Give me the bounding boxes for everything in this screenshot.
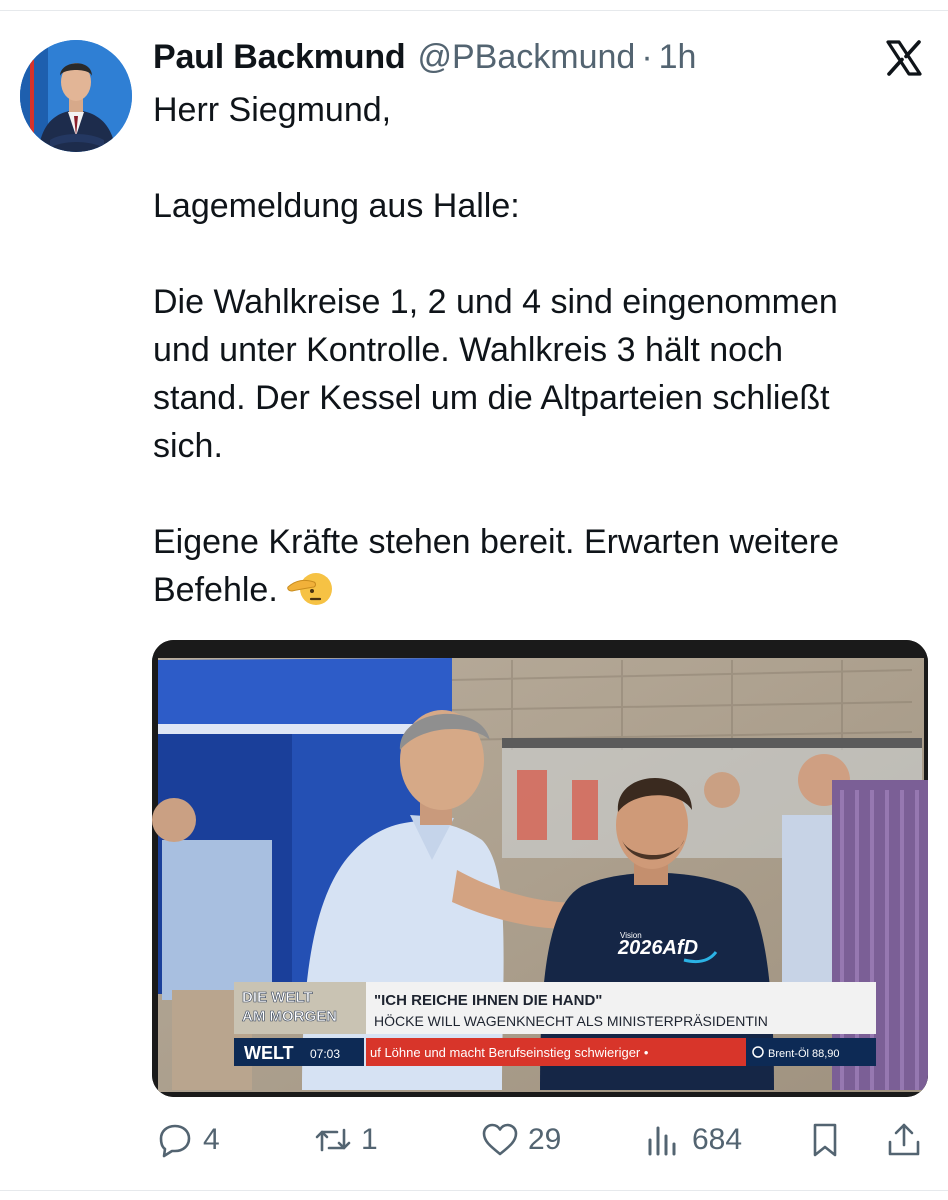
post-line-forces-2-text: Befehle. bbox=[153, 571, 278, 609]
separator-dot: · bbox=[641, 38, 653, 76]
channel-logo: WELT bbox=[244, 1043, 294, 1063]
post-header: Paul Backmund @PBackmund · 1h bbox=[153, 38, 696, 80]
post-line-districts-1: Die Wahlkreise 1, 2 und 4 sind eingenomm… bbox=[153, 283, 838, 321]
post-line-forces-1: Eigene Kräfte stehen bereit. Erwarten we… bbox=[153, 523, 840, 561]
avatar-photo bbox=[20, 40, 132, 152]
post-line-greeting: Herr Siegmund, bbox=[153, 91, 392, 129]
author-handle[interactable]: @PBackmund bbox=[417, 38, 635, 77]
author-name[interactable]: Paul Backmund bbox=[153, 38, 406, 77]
views-count: 684 bbox=[692, 1123, 743, 1156]
post-line-districts-4: sich. bbox=[153, 427, 223, 465]
tv-broadcast-image: Vision 2026AfD DIE WELT AM MORGEN "ICH R… bbox=[152, 640, 928, 1097]
post-media-image[interactable]: Vision 2026AfD DIE WELT AM MORGEN "ICH R… bbox=[152, 640, 928, 1097]
bottom-divider bbox=[0, 1190, 948, 1191]
post-action-bar: 4 1 29 684 bbox=[0, 1112, 948, 1168]
shirt-logo-text: 2026AfD bbox=[617, 937, 698, 959]
bookmark-icon bbox=[813, 1123, 837, 1157]
broadcast-time: 07:03 bbox=[310, 1047, 340, 1061]
author-avatar[interactable] bbox=[20, 40, 132, 152]
post-line-report: Lagemeldung aus Halle: bbox=[153, 187, 520, 225]
speech-bubble-icon bbox=[159, 1124, 191, 1158]
market-ticker: Brent-Öl 88,90 bbox=[768, 1048, 840, 1060]
reply-button[interactable]: 4 bbox=[155, 1112, 220, 1168]
share-button[interactable] bbox=[884, 1112, 924, 1168]
post-timestamp[interactable]: 1h bbox=[659, 38, 697, 77]
news-ticker: uf Löhne und macht Berufseinstieg schwie… bbox=[370, 1045, 649, 1060]
show-title-line1: DIE WELT bbox=[242, 989, 313, 1006]
subheadline-text: HÖCKE WILL WAGENKNECHT ALS MINISTERPRÄSI… bbox=[374, 1012, 768, 1029]
x-logo-icon[interactable] bbox=[884, 38, 924, 78]
saluting-face-icon bbox=[286, 567, 332, 609]
repost-arrows-icon bbox=[315, 1128, 351, 1152]
repost-button[interactable]: 1 bbox=[313, 1112, 378, 1168]
like-count: 29 bbox=[528, 1123, 562, 1156]
bar-chart-icon bbox=[648, 1126, 676, 1156]
post-line-districts-3: stand. Der Kessel um die Altparteien sch… bbox=[153, 379, 830, 417]
top-divider bbox=[0, 10, 948, 11]
heart-icon bbox=[482, 1123, 518, 1156]
post-text: Herr Siegmund, Lagemeldung aus Halle: Di… bbox=[153, 86, 933, 614]
share-icon bbox=[888, 1123, 920, 1156]
headline-text: "ICH REICHE IHNEN DIE HAND" bbox=[374, 992, 602, 1009]
show-title-line2: AM MORGEN bbox=[242, 1008, 337, 1025]
bookmark-button[interactable] bbox=[805, 1112, 845, 1168]
post-line-districts-2: und unter Kontrolle. Wahlkreis 3 hält no… bbox=[153, 331, 783, 369]
post-line-forces-2: Befehle. bbox=[153, 566, 933, 614]
like-button[interactable]: 29 bbox=[480, 1112, 561, 1168]
reply-count: 4 bbox=[203, 1123, 220, 1156]
repost-count: 1 bbox=[361, 1123, 378, 1156]
views-button[interactable]: 684 bbox=[644, 1112, 742, 1168]
